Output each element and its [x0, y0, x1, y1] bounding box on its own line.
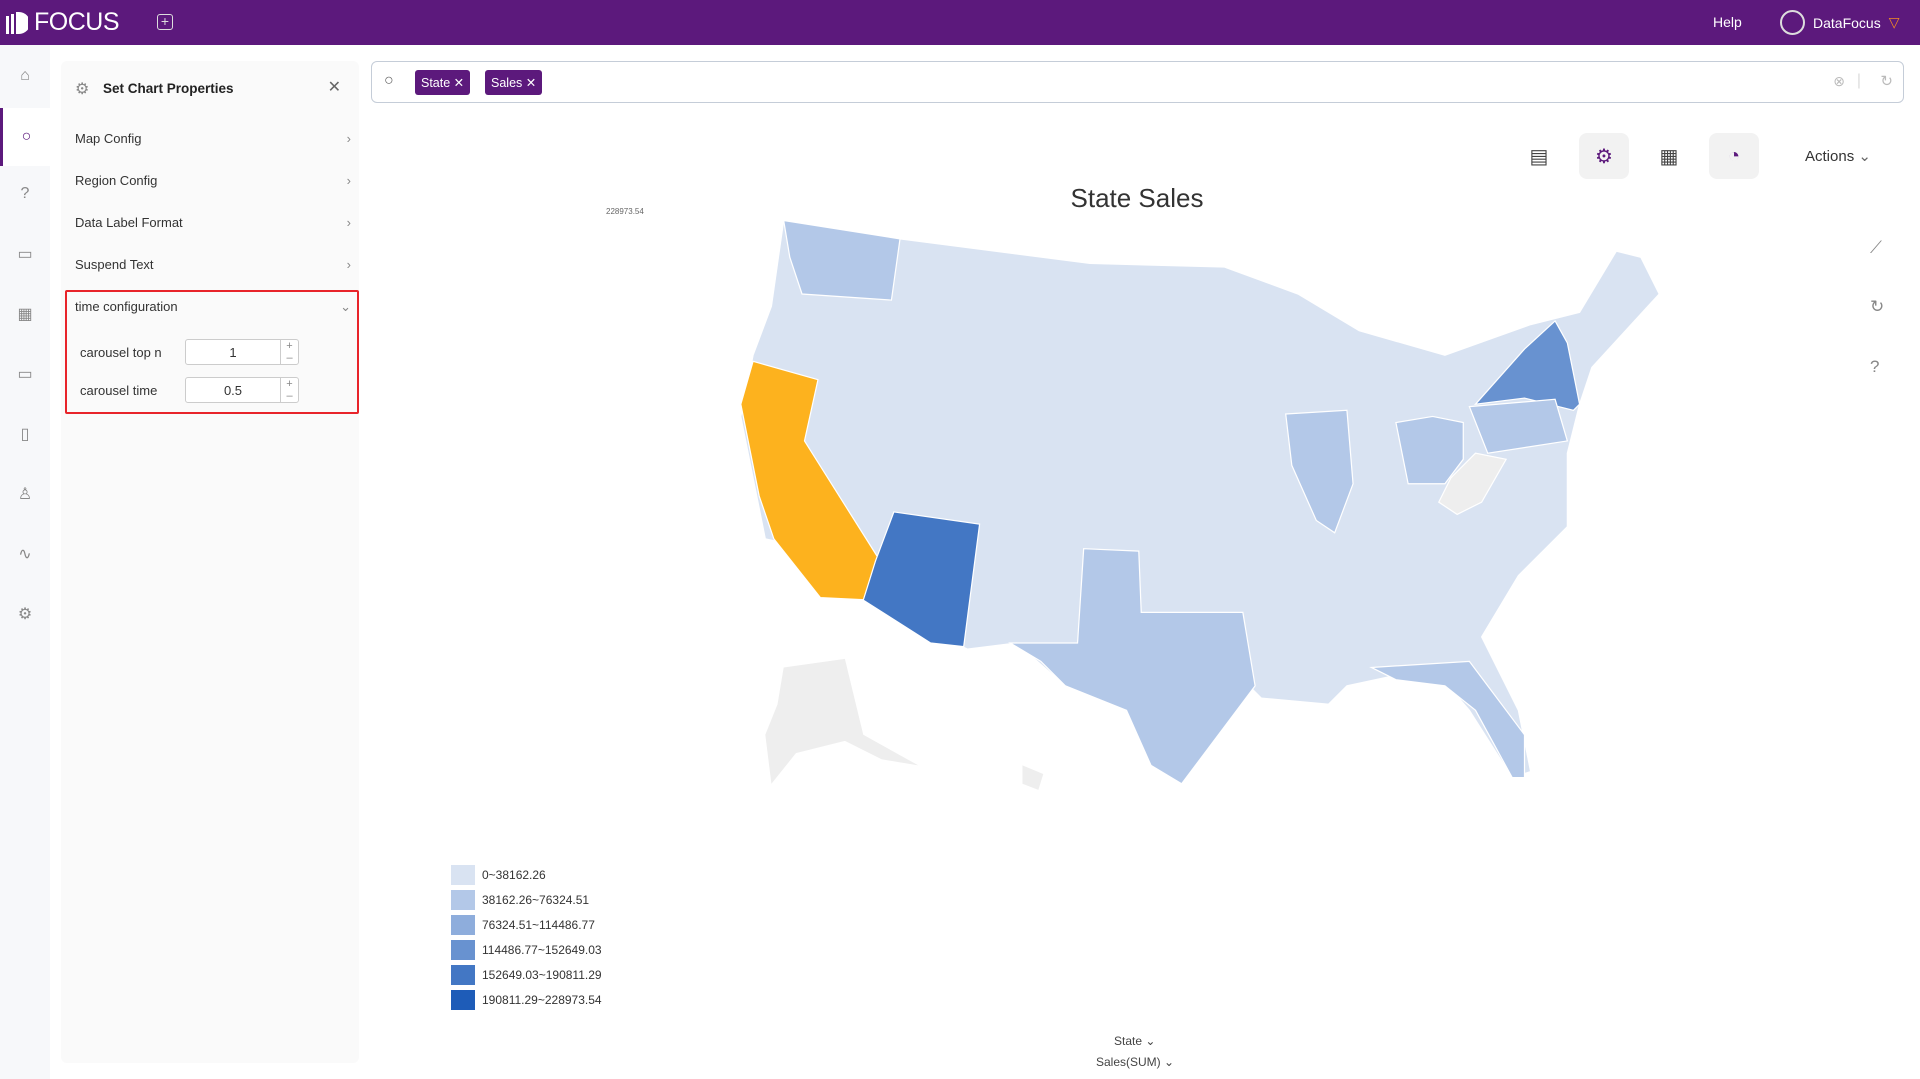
x-field-label: State — [1114, 1034, 1143, 1048]
x-field-selector[interactable]: State ⌄ — [1114, 1034, 1155, 1048]
y-field-label: Sales(SUM) — [1096, 1055, 1161, 1069]
legend-item[interactable]: 38162.26~76324.51 — [451, 887, 602, 912]
state-ohio[interactable] — [1395, 415, 1464, 485]
chevron-down-icon: ⌄ — [1145, 1034, 1156, 1048]
legend-label: 152649.03~190811.29 — [482, 967, 602, 982]
legend-swatch — [451, 939, 475, 960]
legend-item[interactable]: 190811.29~228973.54 — [451, 987, 602, 1012]
state-washington[interactable] — [782, 219, 901, 301]
legend-swatch — [451, 864, 475, 885]
legend-label: 114486.77~152649.03 — [482, 942, 602, 957]
legend-label: 190811.29~228973.54 — [482, 992, 602, 1007]
legend-item[interactable]: 76324.51~114486.77 — [451, 912, 602, 937]
legend-label: 38162.26~76324.51 — [482, 892, 590, 907]
us-map — [740, 219, 1660, 790]
map-legend: 0~38162.26 38162.26~76324.51 76324.51~1144… — [451, 862, 602, 1012]
legend-swatch — [451, 964, 475, 985]
state-alaska[interactable] — [765, 658, 919, 784]
legend-label: 76324.51~114486.77 — [482, 917, 595, 932]
legend-swatch — [451, 889, 475, 910]
legend-item[interactable]: 152649.03~190811.29 — [451, 962, 602, 987]
legend-item[interactable]: 0~38162.26 — [451, 862, 602, 887]
legend-item[interactable]: 114486.77~152649.03 — [451, 937, 602, 962]
legend-label: 0~38162.26 — [482, 867, 546, 882]
chevron-down-icon: ⌄ — [1164, 1055, 1175, 1069]
y-field-selector[interactable]: Sales(SUM) ⌄ — [1096, 1055, 1174, 1069]
state-hawaii[interactable] — [1022, 765, 1044, 790]
legend-swatch — [451, 914, 475, 935]
legend-swatch — [451, 989, 475, 1010]
